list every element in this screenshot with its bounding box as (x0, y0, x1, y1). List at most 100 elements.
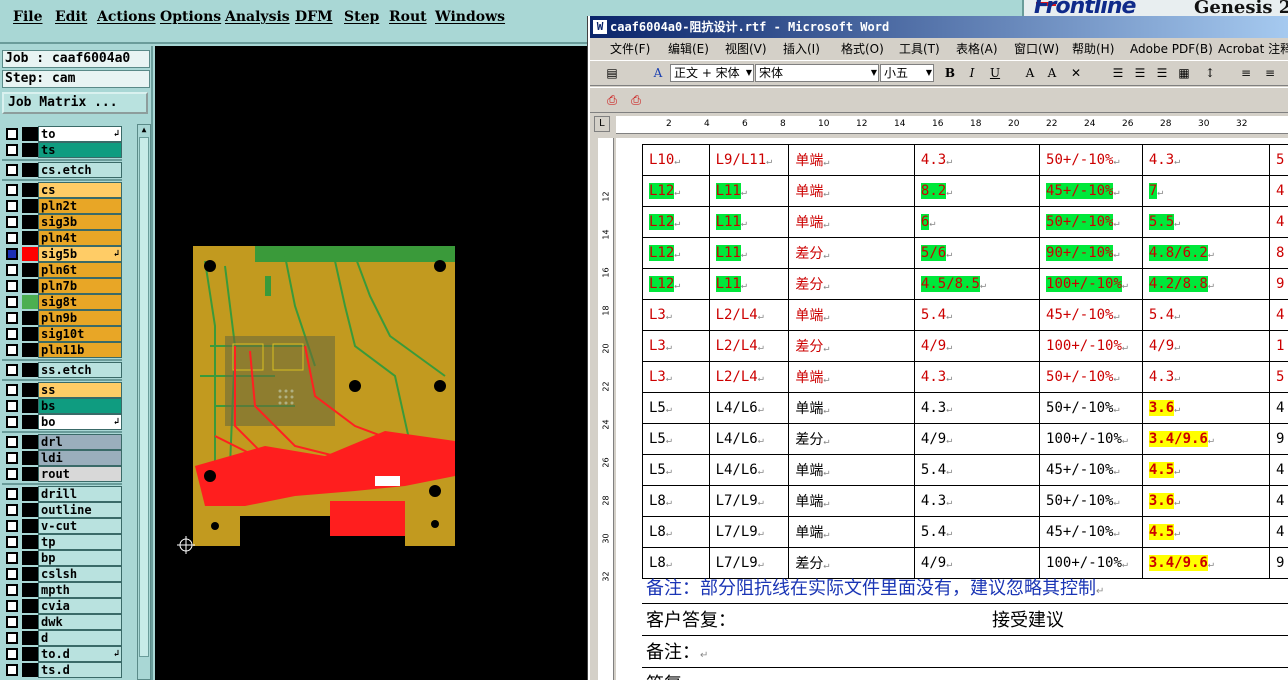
align-center-icon[interactable]: ☰ (1130, 64, 1150, 82)
layer-color-swatch[interactable] (22, 399, 38, 413)
layer-checkbox[interactable] (6, 520, 18, 532)
layer-color-swatch[interactable] (22, 183, 38, 197)
menu-step[interactable]: Step (344, 9, 379, 25)
table-cell[interactable]: 4.3↵ (913, 361, 1041, 393)
layer-checkbox[interactable] (6, 296, 18, 308)
layer-checkbox[interactable] (6, 616, 18, 628)
word-menu-help[interactable]: 帮助(H) (1072, 39, 1114, 59)
word-menu-file[interactable]: 文件(F) (610, 39, 650, 59)
table-row[interactable]: L3↵ L2/L4↵ 差分↵ 4/9↵ 100+/-10%↵ 4/9↵ 1 (642, 330, 1288, 362)
layer-row[interactable]: bs (0, 398, 124, 414)
layer-checkbox[interactable] (6, 468, 18, 480)
layer-name[interactable]: sig10t (38, 326, 122, 342)
layer-row[interactable]: sig8t (0, 294, 124, 310)
table-cell[interactable]: L11↵ (708, 175, 790, 207)
customer-reply-row[interactable]: 客户答复： 接受建议 (642, 606, 1288, 636)
layer-name[interactable]: mpth (38, 582, 122, 598)
table-cell[interactable]: 4 (1268, 175, 1288, 207)
convert-to-pdf-icon[interactable]: ⎙ (602, 91, 622, 109)
layer-color-swatch[interactable] (22, 199, 38, 213)
layer-checkbox[interactable] (6, 280, 18, 292)
layer-checkbox[interactable] (6, 248, 18, 260)
table-cell[interactable]: 4.3↵ (1141, 361, 1270, 393)
layer-row[interactable]: drl (0, 434, 124, 450)
table-cell[interactable]: 5 (1268, 361, 1288, 393)
word-menu-tools[interactable]: 工具(T) (899, 39, 940, 59)
table-cell[interactable]: 3.6↵ (1141, 485, 1270, 517)
layer-name[interactable]: ts.d (38, 662, 122, 678)
layer-name[interactable]: rout (38, 466, 122, 482)
layer-checkbox[interactable] (6, 264, 18, 276)
table-cell[interactable]: L9/L11↵ (708, 144, 790, 176)
layer-color-swatch[interactable] (22, 363, 38, 377)
table-cell[interactable]: 9 (1268, 423, 1288, 455)
table-row[interactable]: L8↵ L7/L9↵ 单端↵ 4.3↵ 50+/-10%↵ 3.6↵ 4 (642, 485, 1288, 517)
table-cell[interactable]: L12↵ (642, 237, 710, 269)
table-cell[interactable]: 4 (1268, 485, 1288, 517)
table-cell[interactable]: 4.3↵ (913, 144, 1041, 176)
table-cell[interactable]: 45+/-10%↵ (1039, 175, 1143, 207)
table-row[interactable]: L12↵ L11↵ 单端↵ 8.2↵ 45+/-10%↵ 7↵ 4 (642, 175, 1288, 207)
table-cell[interactable]: 差分↵ (788, 268, 915, 300)
layer-row[interactable]: d (0, 630, 124, 646)
layer-row[interactable]: ldi (0, 450, 124, 466)
layer-row[interactable]: ts.d (0, 662, 124, 678)
table-row[interactable]: L10↵ L9/L11↵ 单端↵ 4.3↵ 50+/-10%↵ 4.3↵ 5 (642, 144, 1288, 176)
layer-name[interactable]: ts (38, 142, 122, 158)
layer-color-swatch[interactable] (22, 263, 38, 277)
menu-file[interactable]: File (13, 9, 42, 25)
layer-name[interactable]: ldi (38, 450, 122, 466)
table-cell[interactable]: 8.2↵ (913, 175, 1041, 207)
document-page[interactable]: L10↵ L9/L11↵ 单端↵ 4.3↵ 50+/-10%↵ 4.3↵ 5 L12↵ L11↵… (616, 138, 1288, 680)
line-spacing-icon[interactable]: ↕ (1200, 64, 1220, 82)
table-cell[interactable]: L2/L4↵ (708, 299, 790, 331)
table-cell[interactable]: 4.5↵ (1141, 454, 1270, 486)
layer-checkbox[interactable] (6, 436, 18, 448)
horizontal-ruler[interactable]: 2 4 6 8 10 12 14 16 18 20 22 24 26 28 30 32 (616, 116, 1288, 134)
word-menu-window[interactable]: 窗口(W) (1014, 39, 1059, 59)
word-menu-format[interactable]: 格式(O) (841, 39, 884, 59)
table-cell[interactable]: 9 (1268, 268, 1288, 300)
layer-name[interactable]: to ↲ (38, 126, 122, 142)
layer-row[interactable]: to.d ↲ (0, 646, 124, 662)
table-cell[interactable]: 5.5↵ (1141, 206, 1270, 238)
layer-color-swatch[interactable] (22, 535, 38, 549)
layer-color-swatch[interactable] (22, 435, 38, 449)
layer-checkbox[interactable] (6, 648, 18, 660)
table-cell[interactable]: L8↵ (642, 516, 710, 548)
layer-checkbox[interactable] (6, 328, 18, 340)
layer-row[interactable]: cslsh (0, 566, 124, 582)
pdf-email-icon[interactable]: ⎙ (626, 91, 646, 109)
table-cell[interactable]: 4 (1268, 206, 1288, 238)
layer-row[interactable]: bp (0, 550, 124, 566)
layer-row[interactable]: rout (0, 466, 124, 482)
layer-color-swatch[interactable] (22, 279, 38, 293)
align-left-icon[interactable]: ☰ (1108, 64, 1128, 82)
layer-name[interactable]: d (38, 630, 122, 646)
layer-name[interactable]: cs.etch (38, 162, 122, 178)
layer-color-swatch[interactable] (22, 567, 38, 581)
layer-row[interactable]: pln9b (0, 310, 124, 326)
table-cell[interactable]: 单端↵ (788, 454, 915, 486)
font-size-select[interactable]: 小五 ▼ (880, 64, 934, 82)
table-cell[interactable]: 45+/-10%↵ (1039, 299, 1143, 331)
layer-color-swatch[interactable] (22, 519, 38, 533)
layer-row[interactable]: tp (0, 534, 124, 550)
table-row[interactable]: L3↵ L2/L4↵ 单端↵ 5.4↵ 45+/-10%↵ 5.4↵ 4 (642, 299, 1288, 331)
pcb-graphics-canvas[interactable] (155, 46, 588, 680)
layer-color-swatch[interactable] (22, 615, 38, 629)
layer-row[interactable]: pln11b (0, 342, 124, 358)
layer-color-swatch[interactable] (22, 383, 38, 397)
layer-checkbox[interactable] (6, 632, 18, 644)
table-cell[interactable]: 差分↵ (788, 423, 915, 455)
table-cell[interactable]: 5.4↵ (1141, 299, 1270, 331)
table-cell[interactable]: 8 (1268, 237, 1288, 269)
layer-checkbox[interactable] (6, 344, 18, 356)
layer-checkbox[interactable] (6, 416, 18, 428)
layer-checkbox[interactable] (6, 384, 18, 396)
table-cell[interactable]: 单端↵ (788, 392, 915, 424)
tab-selector[interactable]: L (594, 116, 610, 132)
table-row[interactable]: L5↵ L4/L6↵ 单端↵ 5.4↵ 45+/-10%↵ 4.5↵ 4 (642, 454, 1288, 486)
layer-checkbox[interactable] (6, 184, 18, 196)
style-select[interactable]: 正文 + 宋体 ▼ (670, 64, 754, 82)
